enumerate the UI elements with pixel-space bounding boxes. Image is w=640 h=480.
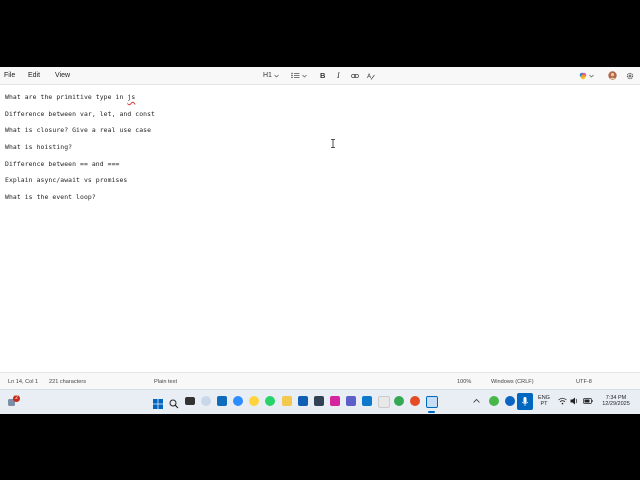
notepad-window: File Edit View H1 B I A What are the pri… <box>0 67 640 390</box>
teams-icon[interactable] <box>346 396 356 406</box>
cursor-position: Ln 14, Col 1 <box>8 379 39 385</box>
document-line: What is closure? Give a real use case <box>5 126 152 134</box>
bullet-list-icon <box>291 72 300 79</box>
zoom-level[interactable]: 100% <box>457 379 471 385</box>
chevron-up-icon[interactable] <box>473 398 480 404</box>
document-line: Difference between == and === <box>5 160 120 168</box>
list-dropdown[interactable] <box>291 70 307 81</box>
copilot-icon <box>579 72 587 79</box>
search-icon <box>169 399 179 409</box>
notification-badge: 2 <box>13 395 20 402</box>
copilot-taskbar-icon[interactable] <box>201 396 211 406</box>
document-line: What is the event loop? <box>5 193 96 201</box>
app-icon[interactable] <box>378 396 390 408</box>
language-indicator[interactable]: ENG PT <box>536 395 552 407</box>
widgets-button[interactable]: 2 <box>7 395 20 408</box>
whatsapp-icon[interactable] <box>265 396 275 406</box>
task-view-button[interactable] <box>185 397 195 405</box>
link-button[interactable] <box>351 70 359 81</box>
heading-dropdown[interactable]: H1 <box>263 70 279 81</box>
windows-logo-icon <box>153 399 163 409</box>
active-app-indicator <box>428 411 435 413</box>
telegram-icon[interactable] <box>233 396 243 406</box>
status-bar: Ln 14, Col 1 221 characters Plain text 1… <box>0 372 640 390</box>
briefcase-icon[interactable] <box>314 396 324 406</box>
menu-view[interactable]: View <box>55 72 70 79</box>
onedrive-icon[interactable] <box>505 396 515 406</box>
encoding[interactable]: UTF-8 <box>576 379 592 385</box>
text-format[interactable]: Plain text <box>154 379 177 385</box>
misspelled-word[interactable]: js <box>127 93 135 101</box>
text-editor[interactable]: What are the primitive type in js Differ… <box>0 85 640 372</box>
settings-button[interactable] <box>626 70 634 81</box>
copilot-button[interactable] <box>579 70 594 81</box>
search-button[interactable] <box>169 396 179 409</box>
link-icon <box>351 73 359 78</box>
heading-label: H1 <box>263 72 272 79</box>
menu-file[interactable]: File <box>4 72 15 79</box>
menu-edit[interactable]: Edit <box>28 72 40 79</box>
line-ending[interactable]: Windows (CRLF) <box>491 379 534 385</box>
wifi-icon[interactable] <box>558 397 567 405</box>
user-avatar-icon <box>608 71 617 80</box>
volume-icon[interactable] <box>570 397 579 405</box>
menu-bar: File Edit View H1 B I A <box>0 67 640 85</box>
text-cursor-icon <box>331 139 335 148</box>
chevron-down-icon <box>302 74 307 77</box>
git-icon[interactable] <box>410 396 420 406</box>
vscode-icon[interactable] <box>362 396 372 406</box>
start-button[interactable] <box>153 396 163 409</box>
notepad-icon[interactable] <box>426 396 438 408</box>
microphone-icon <box>521 397 529 406</box>
sync-icon[interactable] <box>489 396 499 406</box>
chevron-down-icon <box>274 74 279 77</box>
clock[interactable]: 7:34 PM 12/29/2025 <box>597 395 635 407</box>
chrome-canary-icon[interactable] <box>249 396 259 406</box>
chevron-down-icon <box>589 74 594 77</box>
file-explorer-icon[interactable] <box>282 396 292 406</box>
document-line: Explain async/await vs promises <box>5 176 128 184</box>
instagram-icon[interactable] <box>330 396 340 406</box>
taskbar: 2 ENG PT 7:34 PM 12/29/2025 <box>0 389 640 414</box>
battery-icon[interactable] <box>583 398 593 404</box>
document-line: What is hoisting? <box>5 143 73 151</box>
avatar[interactable] <box>608 70 617 81</box>
microphone-button[interactable] <box>517 393 533 410</box>
character-count: 221 characters <box>49 379 87 385</box>
document-line: What are the primitive type in js <box>5 93 136 101</box>
gear-icon <box>626 72 634 79</box>
document-line: Difference between var, let, and const <box>5 110 156 118</box>
clear-formatting-button[interactable]: A <box>367 70 375 81</box>
bold-button[interactable]: B <box>320 70 325 81</box>
clear-formatting-icon: A <box>367 73 375 80</box>
outlook-icon[interactable] <box>298 396 308 406</box>
chrome-icon[interactable] <box>394 396 404 406</box>
italic-button[interactable]: I <box>337 70 340 81</box>
date: 12/29/2025 <box>602 401 630 407</box>
store-icon[interactable] <box>217 396 227 406</box>
